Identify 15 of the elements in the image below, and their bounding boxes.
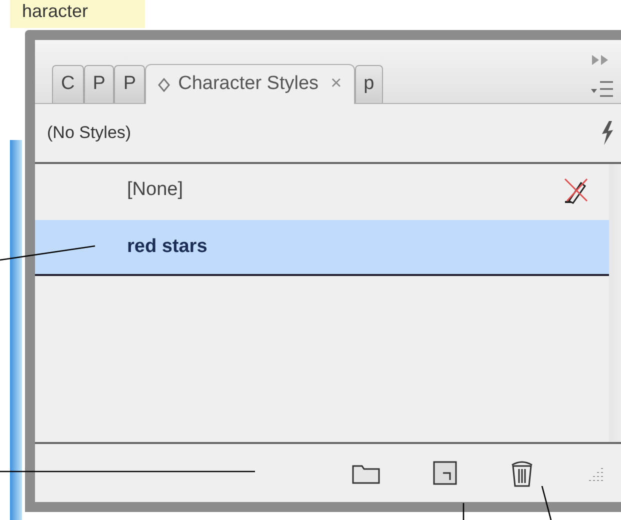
panel-tab[interactable]: Character Styles × (145, 64, 355, 104)
tooltip: haracter (10, 0, 145, 28)
diamond-icon (158, 78, 170, 92)
style-override-label: (No Styles) (47, 122, 132, 144)
panel-tab[interactable]: P (84, 65, 114, 103)
panel-tab[interactable]: P (114, 65, 146, 103)
new-style-icon[interactable] (431, 459, 459, 487)
leader-line (462, 503, 465, 520)
style-row[interactable]: [None] (35, 164, 609, 216)
menu-icon[interactable] (590, 80, 614, 98)
lightning-icon[interactable] (599, 120, 615, 146)
leader-line (541, 486, 553, 520)
panel-tab[interactable]: p (354, 65, 384, 103)
panel-tab[interactable]: C (52, 65, 84, 103)
style-row[interactable]: red stars (35, 220, 609, 276)
